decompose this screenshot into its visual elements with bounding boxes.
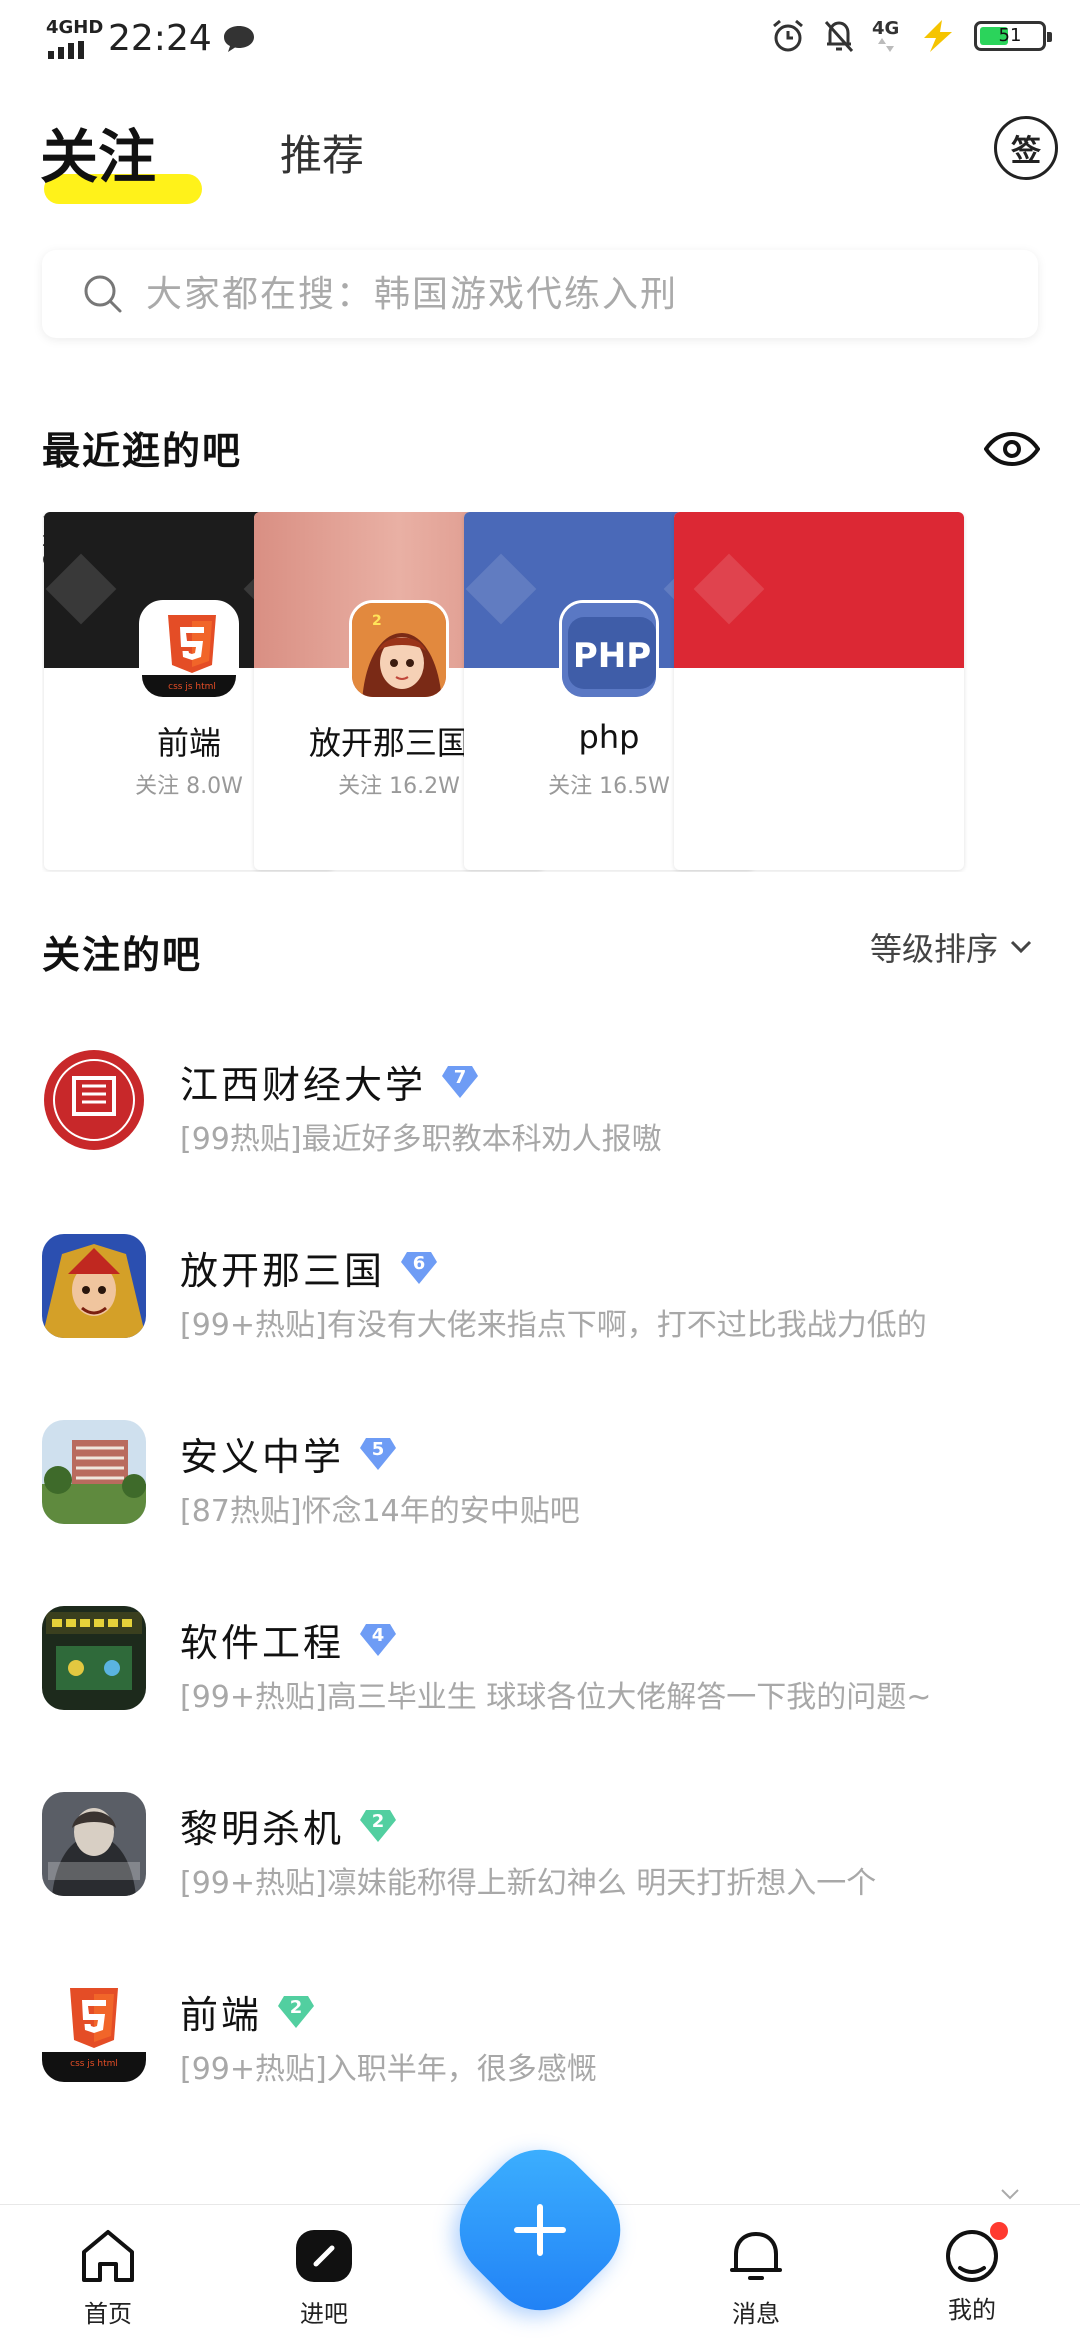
html5-icon: css js html [42, 1978, 146, 2082]
software-engineering-icon [42, 1606, 146, 1710]
level-badge-icon: 2 [276, 1994, 316, 2030]
list-item[interactable]: 黎明杀机 2 [99+热贴]凛妹能称得上新幻神么 明天打折想入一个 [42, 1792, 1042, 1912]
create-post-button[interactable] [468, 2158, 612, 2302]
network-type: 4GHD [46, 16, 104, 38]
game-character-icon [42, 1792, 146, 1896]
jxufe-logo-icon [42, 1048, 146, 1152]
notification-dot [990, 2222, 1008, 2240]
nav-home-label: 首页 [84, 2300, 132, 2328]
svg-text:PHP: PHP [573, 636, 651, 676]
search-icon [84, 275, 122, 313]
level-number: 2 [371, 1810, 385, 1832]
hot-post: [99+热贴]凛妹能称得上新幻神么 明天打折想入一个 [180, 1866, 877, 1901]
hot-post: [99热贴]最近好多职教本科劝人报嗷 [180, 1122, 662, 1157]
level-badge-icon: 4 [358, 1622, 398, 1658]
card-banner [674, 512, 964, 668]
battery-icon: 51 [974, 21, 1052, 51]
bar-name-row: 黎明杀机 2 [180, 1798, 398, 1853]
level-number: 4 [371, 1624, 385, 1646]
nav-messages[interactable]: 消息 [696, 2228, 816, 2329]
sort-label: 等级排序 [870, 930, 999, 968]
status-time: 22:24 [108, 18, 212, 59]
level-number: 2 [289, 1996, 303, 2018]
nav-mine[interactable]: 我的 [912, 2222, 1032, 2325]
search-input[interactable] [146, 273, 996, 315]
hot-post: [99+热贴]入职半年，很多感慨 [180, 2052, 597, 2087]
game-avatar-icon: 2 [349, 600, 449, 700]
hot-post: [87热贴]怀念14年的安中贴吧 [180, 1494, 580, 1529]
bar-name-row: 前端 2 [180, 1984, 316, 2039]
bar-name: 黎明杀机 [180, 1807, 345, 1851]
status-left: 4GHD 22:24 [46, 18, 256, 59]
svg-text:2: 2 [372, 613, 382, 629]
bar-name-row: 江西财经大学 7 [180, 1054, 480, 1109]
nav-enter-bar[interactable]: 进吧 [264, 2228, 384, 2329]
level-badge-icon: 6 [399, 1250, 439, 1286]
chevron-down-icon [1001, 2189, 1019, 2200]
list-item[interactable]: 放开那三国 6 [99+热贴]有没有大佬来指点下啊，打不过比我战力低的 [42, 1234, 1042, 1354]
html5-icon: css js html [139, 600, 239, 700]
sort-dropdown[interactable]: 等级排序 [870, 924, 1032, 970]
level-number: 7 [453, 1066, 467, 1088]
mobile-data-indicator: 4G [872, 18, 902, 54]
signal-bars-icon [48, 40, 84, 59]
bar-name: 软件工程 [180, 1621, 345, 1665]
bar-name-row: 安义中学 5 [180, 1426, 398, 1481]
list-item[interactable]: 软件工程 4 [99+热贴]高三毕业生 球球各位大佬解答一下我的问题~ [42, 1606, 1042, 1726]
enter-bar-icon [296, 2230, 352, 2282]
bar-name: 放开那三国 [180, 1249, 386, 1293]
hot-post: [99+热贴]高三毕业生 球球各位大佬解答一下我的问题~ [180, 1680, 932, 1715]
php-icon: PHP [559, 600, 659, 700]
bar-name: 前端 [180, 1993, 263, 2037]
list-item[interactable]: 安义中学 5 [87热贴]怀念14年的安中贴吧 [42, 1420, 1042, 1540]
data-arrows-icon [878, 38, 894, 52]
bar-name-row: 放开那三国 6 [180, 1240, 439, 1295]
hot-post: [99+热贴]有没有大佬来指点下啊，打不过比我战力低的 [180, 1308, 927, 1343]
status-bar: 4GHD 22:24 4G 51 [0, 0, 1080, 80]
level-number: 5 [371, 1438, 385, 1460]
eye-icon[interactable] [984, 432, 1040, 466]
recent-card-partial[interactable] [674, 512, 964, 870]
alarm-icon [773, 19, 803, 52]
nav-messages-label: 消息 [732, 2300, 780, 2328]
home-icon [82, 2230, 134, 2282]
tab-follow[interactable]: 关注 [40, 110, 156, 194]
tab-recommend[interactable]: 推荐 [280, 122, 364, 183]
followed-section-title: 关注的吧 [42, 933, 203, 977]
svg-text:css js html: css js html [168, 682, 216, 692]
bell-icon [730, 2232, 782, 2280]
bar-name: 安义中学 [180, 1435, 345, 1479]
sign-in-label: 签 [1011, 134, 1041, 169]
battery-level: 51 [998, 25, 1022, 46]
level-badge-icon: 2 [358, 1808, 398, 1844]
status-right: 4G 51 [770, 18, 1052, 54]
list-item[interactable]: css js html 前端 2 [99+热贴]入职半年，很多感慨 [42, 1978, 1042, 2098]
sign-in-button[interactable]: 签 [994, 116, 1058, 180]
game-avatar-icon [42, 1234, 146, 1338]
mute-icon [824, 20, 854, 53]
nav-enter-bar-label: 进吧 [300, 2300, 348, 2328]
school-photo-icon [42, 1420, 146, 1524]
level-badge-icon: 7 [440, 1064, 480, 1100]
recent-bars-row[interactable]: css js html 前端 关注 8.0W 1 2 放开那三国2 关注 16.… [42, 512, 1080, 872]
bar-name-row: 软件工程 4 [180, 1612, 398, 1667]
nav-home[interactable]: 首页 [48, 2228, 168, 2329]
network-indicator: 4GHD [46, 18, 103, 59]
list-item[interactable]: 江西财经大学 7 [99热贴]最近好多职教本科劝人报嗷 [42, 1048, 1042, 1168]
recent-section-title: 最近逛的吧 [42, 429, 243, 473]
chevron-down-icon [1010, 940, 1032, 954]
svg-text:css js html: css js html [70, 2059, 118, 2069]
chat-bubble-icon [223, 25, 254, 52]
nav-mine-label: 我的 [948, 2296, 996, 2324]
bar-name: 江西财经大学 [180, 1063, 427, 1107]
search-bar[interactable] [42, 250, 1038, 338]
plus-icon [514, 2204, 566, 2256]
charging-bolt-icon [924, 20, 952, 52]
mobile-data-label: 4G [872, 18, 900, 39]
level-number: 6 [412, 1252, 426, 1274]
level-badge-icon: 5 [358, 1436, 398, 1472]
